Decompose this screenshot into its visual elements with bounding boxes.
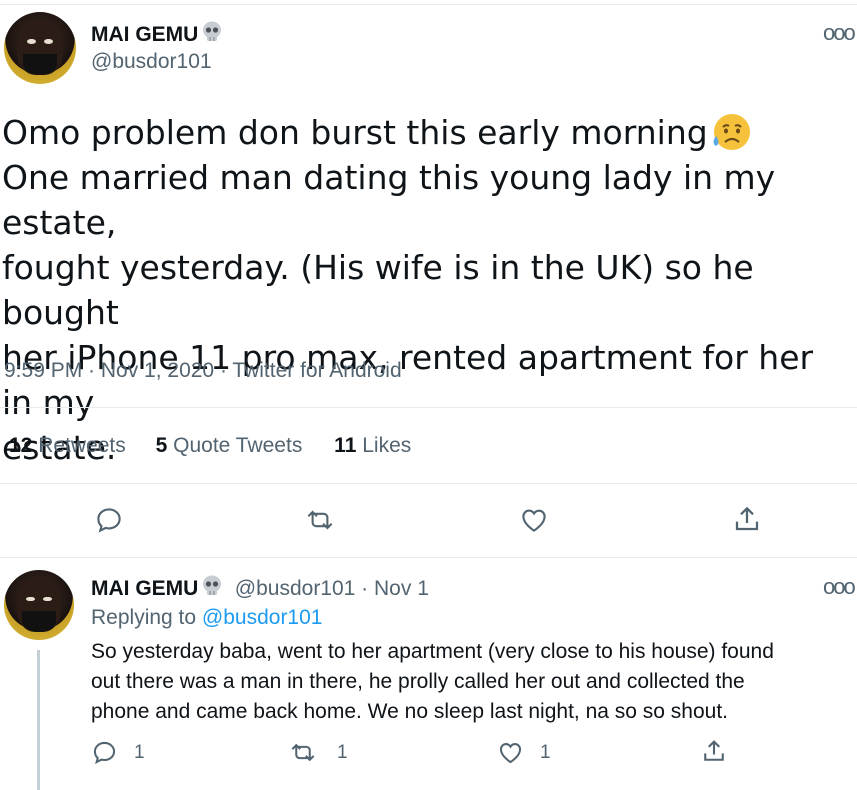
reply-icon[interactable] — [94, 505, 124, 535]
replying-to-label: Replying to — [91, 606, 197, 629]
retweet-count: 1 — [337, 742, 348, 763]
reply-display-name[interactable]: MAI GEMU — [91, 577, 198, 600]
reply-header: MAI GEMU @busdor101 · Nov 1 — [91, 574, 429, 601]
tweet-timestamp[interactable]: 9:59 PM · Nov 1, 2020 · Twitter for Andr… — [4, 359, 402, 383]
like-count: 1 — [540, 742, 551, 763]
reply-text: So yesterday baba, went to her apartment… — [91, 637, 851, 727]
reply-count: 1 — [134, 742, 145, 763]
divider — [0, 483, 857, 484]
avatar[interactable] — [4, 12, 76, 84]
share-icon[interactable] — [731, 503, 763, 535]
skull-emoji-icon — [203, 575, 222, 595]
likes-stat[interactable]: 11 Likes — [334, 434, 411, 457]
more-icon[interactable]: ooo — [823, 574, 856, 600]
like-icon[interactable] — [519, 505, 549, 535]
retweets-stat[interactable]: 12 Retweets — [9, 434, 126, 457]
share-icon[interactable] — [700, 737, 728, 765]
tweet-text: Omo problem don burst this early morning… — [2, 110, 852, 470]
top-divider — [0, 4, 857, 5]
reply-handle-date[interactable]: @busdor101 · Nov 1 — [235, 577, 429, 600]
replying-to-link[interactable]: @busdor101 — [202, 606, 323, 629]
reply-avatar[interactable] — [4, 570, 74, 640]
tweet-line: One married man dating this young lady i… — [2, 158, 776, 242]
reply-icon[interactable] — [91, 739, 118, 766]
reply-line: phone and came back home. We no sleep la… — [91, 700, 729, 723]
divider — [0, 557, 857, 558]
thread-line — [37, 650, 40, 790]
display-name[interactable]: MAI GEMU — [91, 23, 198, 46]
retweet-icon[interactable] — [288, 739, 318, 766]
retweet-icon[interactable] — [304, 505, 336, 535]
reply-line: So yesterday baba, went to her apartment… — [91, 640, 774, 663]
divider — [0, 407, 857, 408]
tweet-stats: 12 Retweets 5 Quote Tweets 11 Likes — [9, 434, 411, 458]
quotes-stat[interactable]: 5 Quote Tweets — [156, 434, 303, 457]
author-name[interactable]: MAI GEMU — [91, 20, 224, 47]
reply-line: out there was a man in there, he prolly … — [91, 670, 745, 693]
like-icon[interactable] — [497, 739, 524, 766]
author-handle[interactable]: @busdor101 — [91, 50, 212, 74]
skull-emoji-icon — [203, 21, 222, 41]
replying-to: Replying to @busdor101 — [91, 606, 322, 630]
tweet-line: fought yesterday. (His wife is in the UK… — [2, 248, 754, 332]
more-icon[interactable]: ooo — [823, 20, 856, 46]
sad-sweat-emoji-icon — [713, 114, 750, 150]
tweet-line: Omo problem don burst this early morning — [2, 113, 708, 152]
